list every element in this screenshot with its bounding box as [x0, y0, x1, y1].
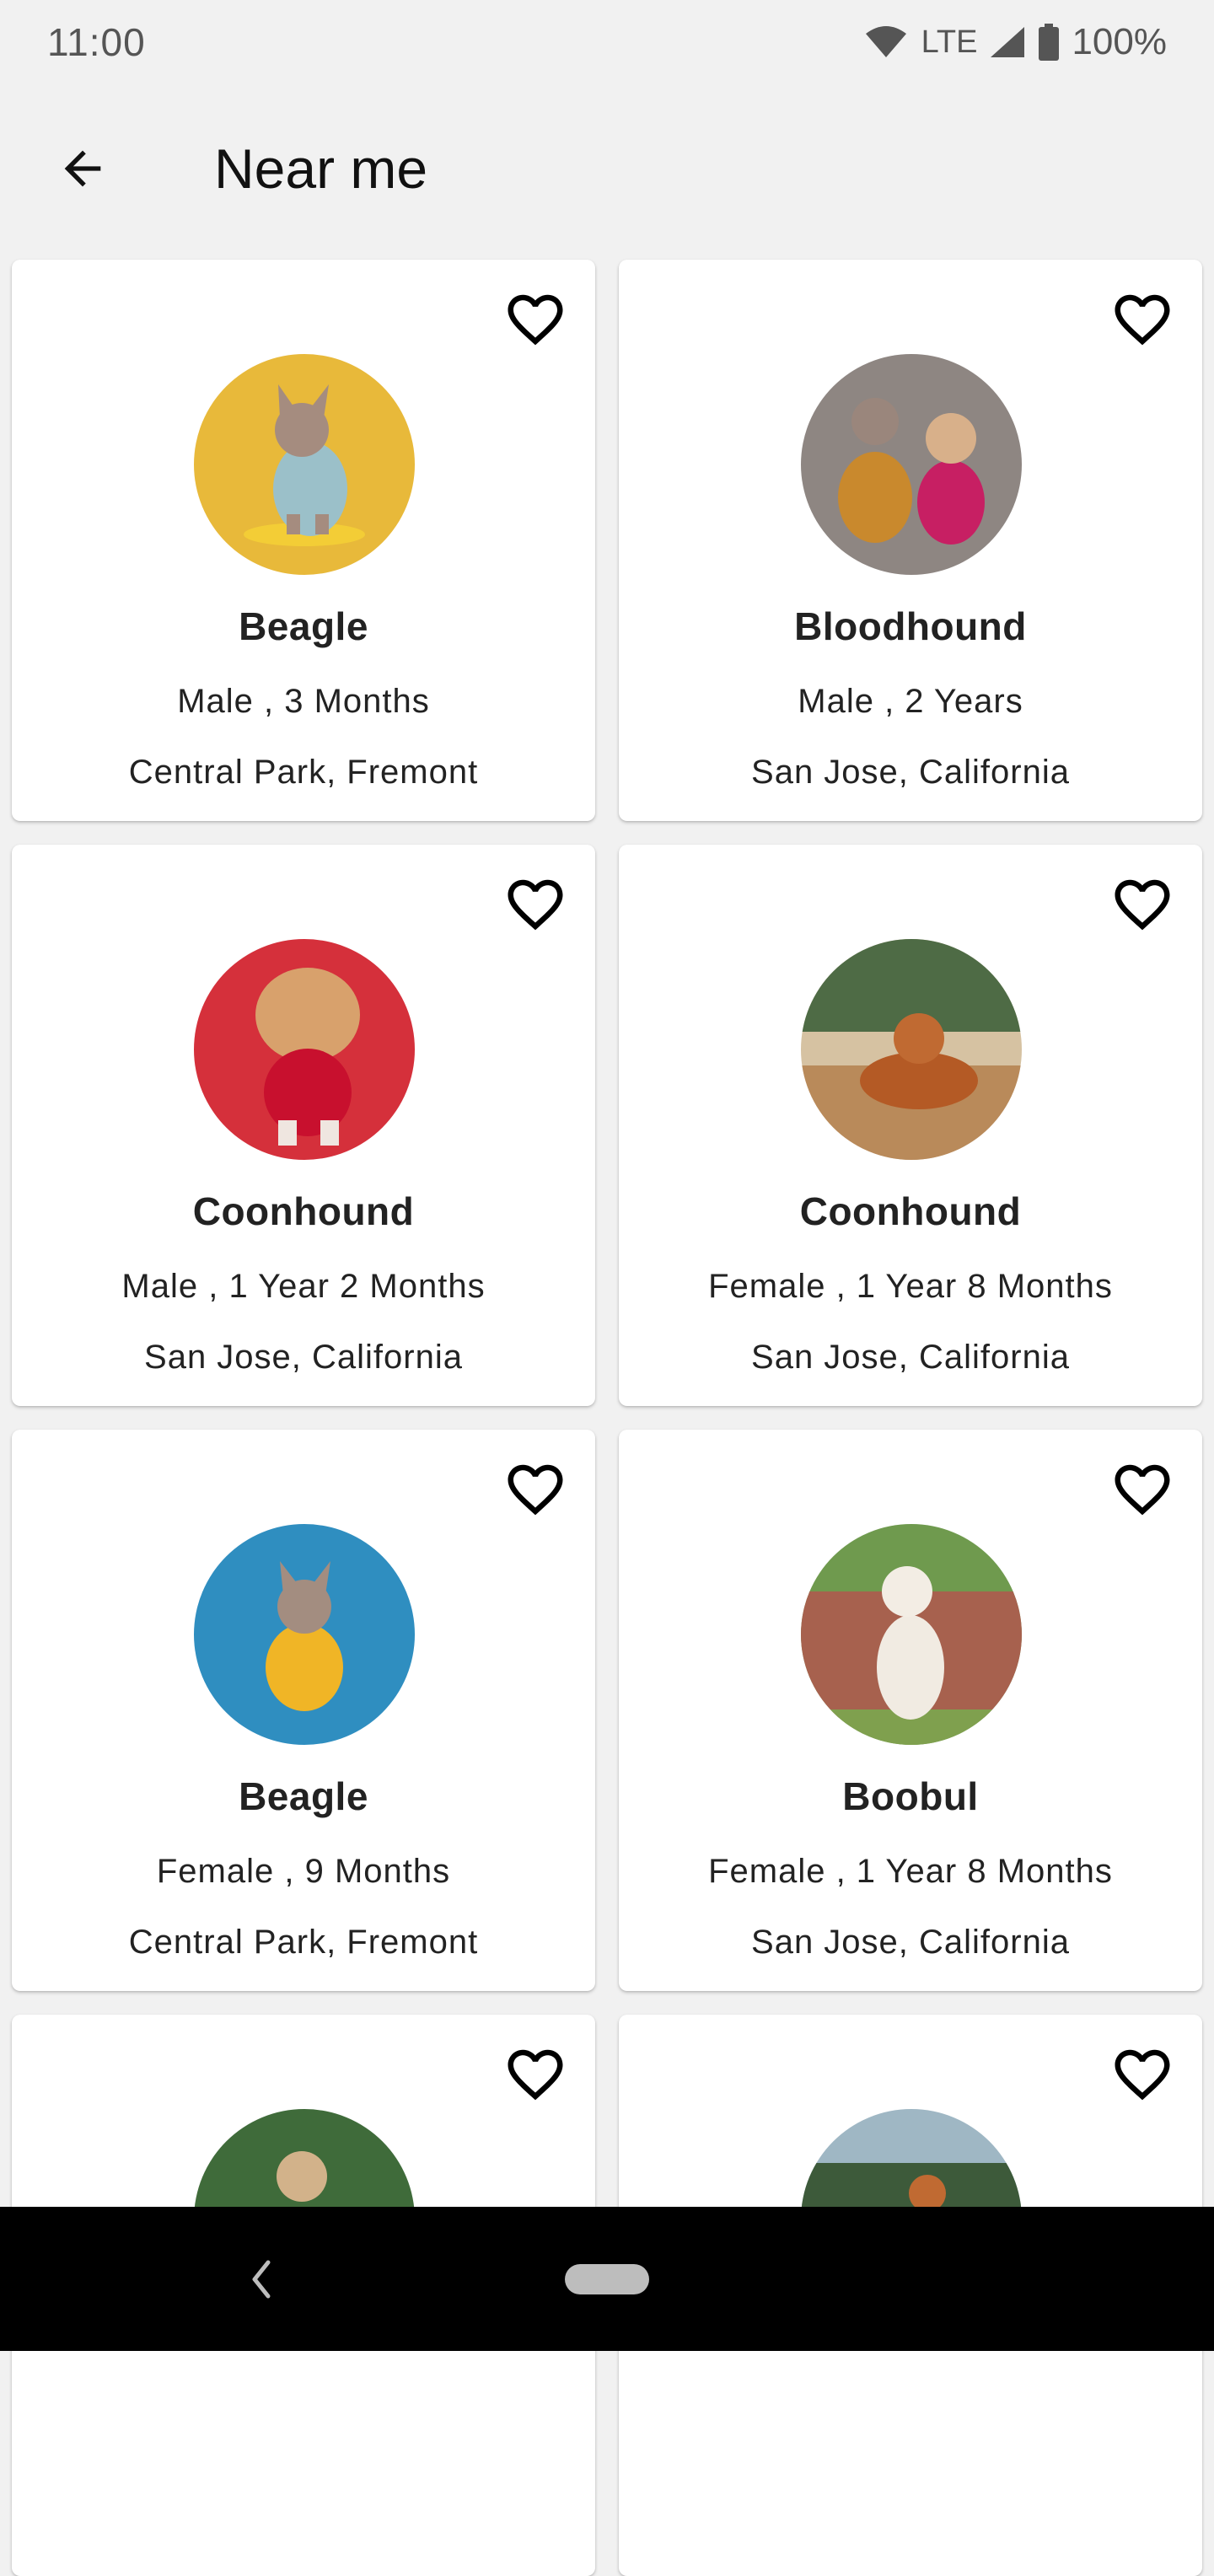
pet-card[interactable]: Coonhound Male , 1 Year 2 Months San Jos…: [12, 845, 595, 1406]
favorite-button[interactable]: [1108, 1455, 1177, 1524]
pet-gender-age: Female , 1 Year 8 Months: [708, 1853, 1113, 1890]
pet-photo: [801, 939, 1022, 1160]
battery-level: 100%: [1072, 21, 1167, 62]
pet-gender-age: Female , 1 Year 8 Months: [708, 1268, 1113, 1305]
pet-card[interactable]: Bloodhound Male , 2 Years San Jose, Cali…: [619, 260, 1202, 821]
app-bar: Near me: [0, 101, 1214, 236]
status-bar: 11:00 LTE 100%: [0, 0, 1214, 84]
heart-outline-icon: [1115, 1464, 1170, 1516]
pet-name: Bloodhound: [794, 604, 1027, 648]
pet-name: Coonhound: [192, 1189, 415, 1233]
battery-icon: [1038, 24, 1060, 61]
system-nav-bar: [0, 2207, 1214, 2351]
pet-photo: [194, 354, 415, 575]
favorite-button[interactable]: [501, 1455, 570, 1524]
heart-outline-icon: [508, 2049, 563, 2101]
page-title: Near me: [214, 137, 428, 200]
pet-photo: [801, 354, 1022, 575]
heart-outline-icon: [508, 1464, 563, 1516]
favorite-button[interactable]: [501, 870, 570, 939]
nav-back-icon: [252, 2260, 271, 2299]
favorite-button[interactable]: [501, 2040, 570, 2109]
network-label: LTE: [921, 24, 978, 60]
status-icons: LTE 100%: [864, 21, 1167, 63]
back-button[interactable]: [32, 118, 133, 219]
pet-location: Central Park, Fremont: [128, 1924, 479, 1961]
pet-name: Beagle: [239, 1774, 368, 1818]
pet-card[interactable]: Beagle Male , 3 Months Central Park, Fre…: [12, 260, 595, 821]
favorite-button[interactable]: [501, 285, 570, 354]
pet-gender-age: Male , 3 Months: [177, 683, 430, 720]
nav-home-pill[interactable]: [565, 2264, 649, 2294]
pet-photo: [801, 1524, 1022, 1745]
arrow-left-icon: [64, 150, 101, 187]
pet-card[interactable]: Beagle Female , 9 Months Central Park, F…: [12, 1430, 595, 1991]
pet-location: Central Park, Fremont: [128, 754, 479, 791]
heart-outline-icon: [1115, 879, 1170, 931]
favorite-button[interactable]: [1108, 870, 1177, 939]
pet-card[interactable]: Boobul Female , 1 Year 8 Months San Jose…: [619, 1430, 1202, 1991]
pet-gender-age: Male , 1 Year 2 Months: [121, 1268, 486, 1305]
heart-outline-icon: [508, 879, 563, 931]
pet-photo: [194, 939, 415, 1160]
pet-name: Beagle: [239, 604, 368, 648]
pet-location: San Jose, California: [751, 1339, 1070, 1376]
pet-name: Boobul: [842, 1774, 979, 1818]
pet-gender-age: Male , 2 Years: [798, 683, 1023, 720]
pet-location: San Jose, California: [144, 1339, 463, 1376]
favorite-button[interactable]: [1108, 285, 1177, 354]
pet-card[interactable]: Coonhound Female , 1 Year 8 Months San J…: [619, 845, 1202, 1406]
pet-name: Coonhound: [799, 1189, 1022, 1233]
heart-outline-icon: [508, 294, 563, 346]
pet-location: San Jose, California: [751, 754, 1070, 791]
favorite-button[interactable]: [1108, 2040, 1177, 2109]
nav-back-button[interactable]: [244, 2254, 278, 2305]
pet-gender-age: Female , 9 Months: [156, 1853, 451, 1890]
pet-photo: [194, 1524, 415, 1745]
wifi-icon: [864, 25, 908, 59]
heart-outline-icon: [1115, 2049, 1170, 2101]
status-time: 11:00: [47, 20, 146, 64]
pet-location: San Jose, California: [751, 1924, 1070, 1961]
heart-outline-icon: [1115, 294, 1170, 346]
signal-icon: [989, 25, 1026, 59]
